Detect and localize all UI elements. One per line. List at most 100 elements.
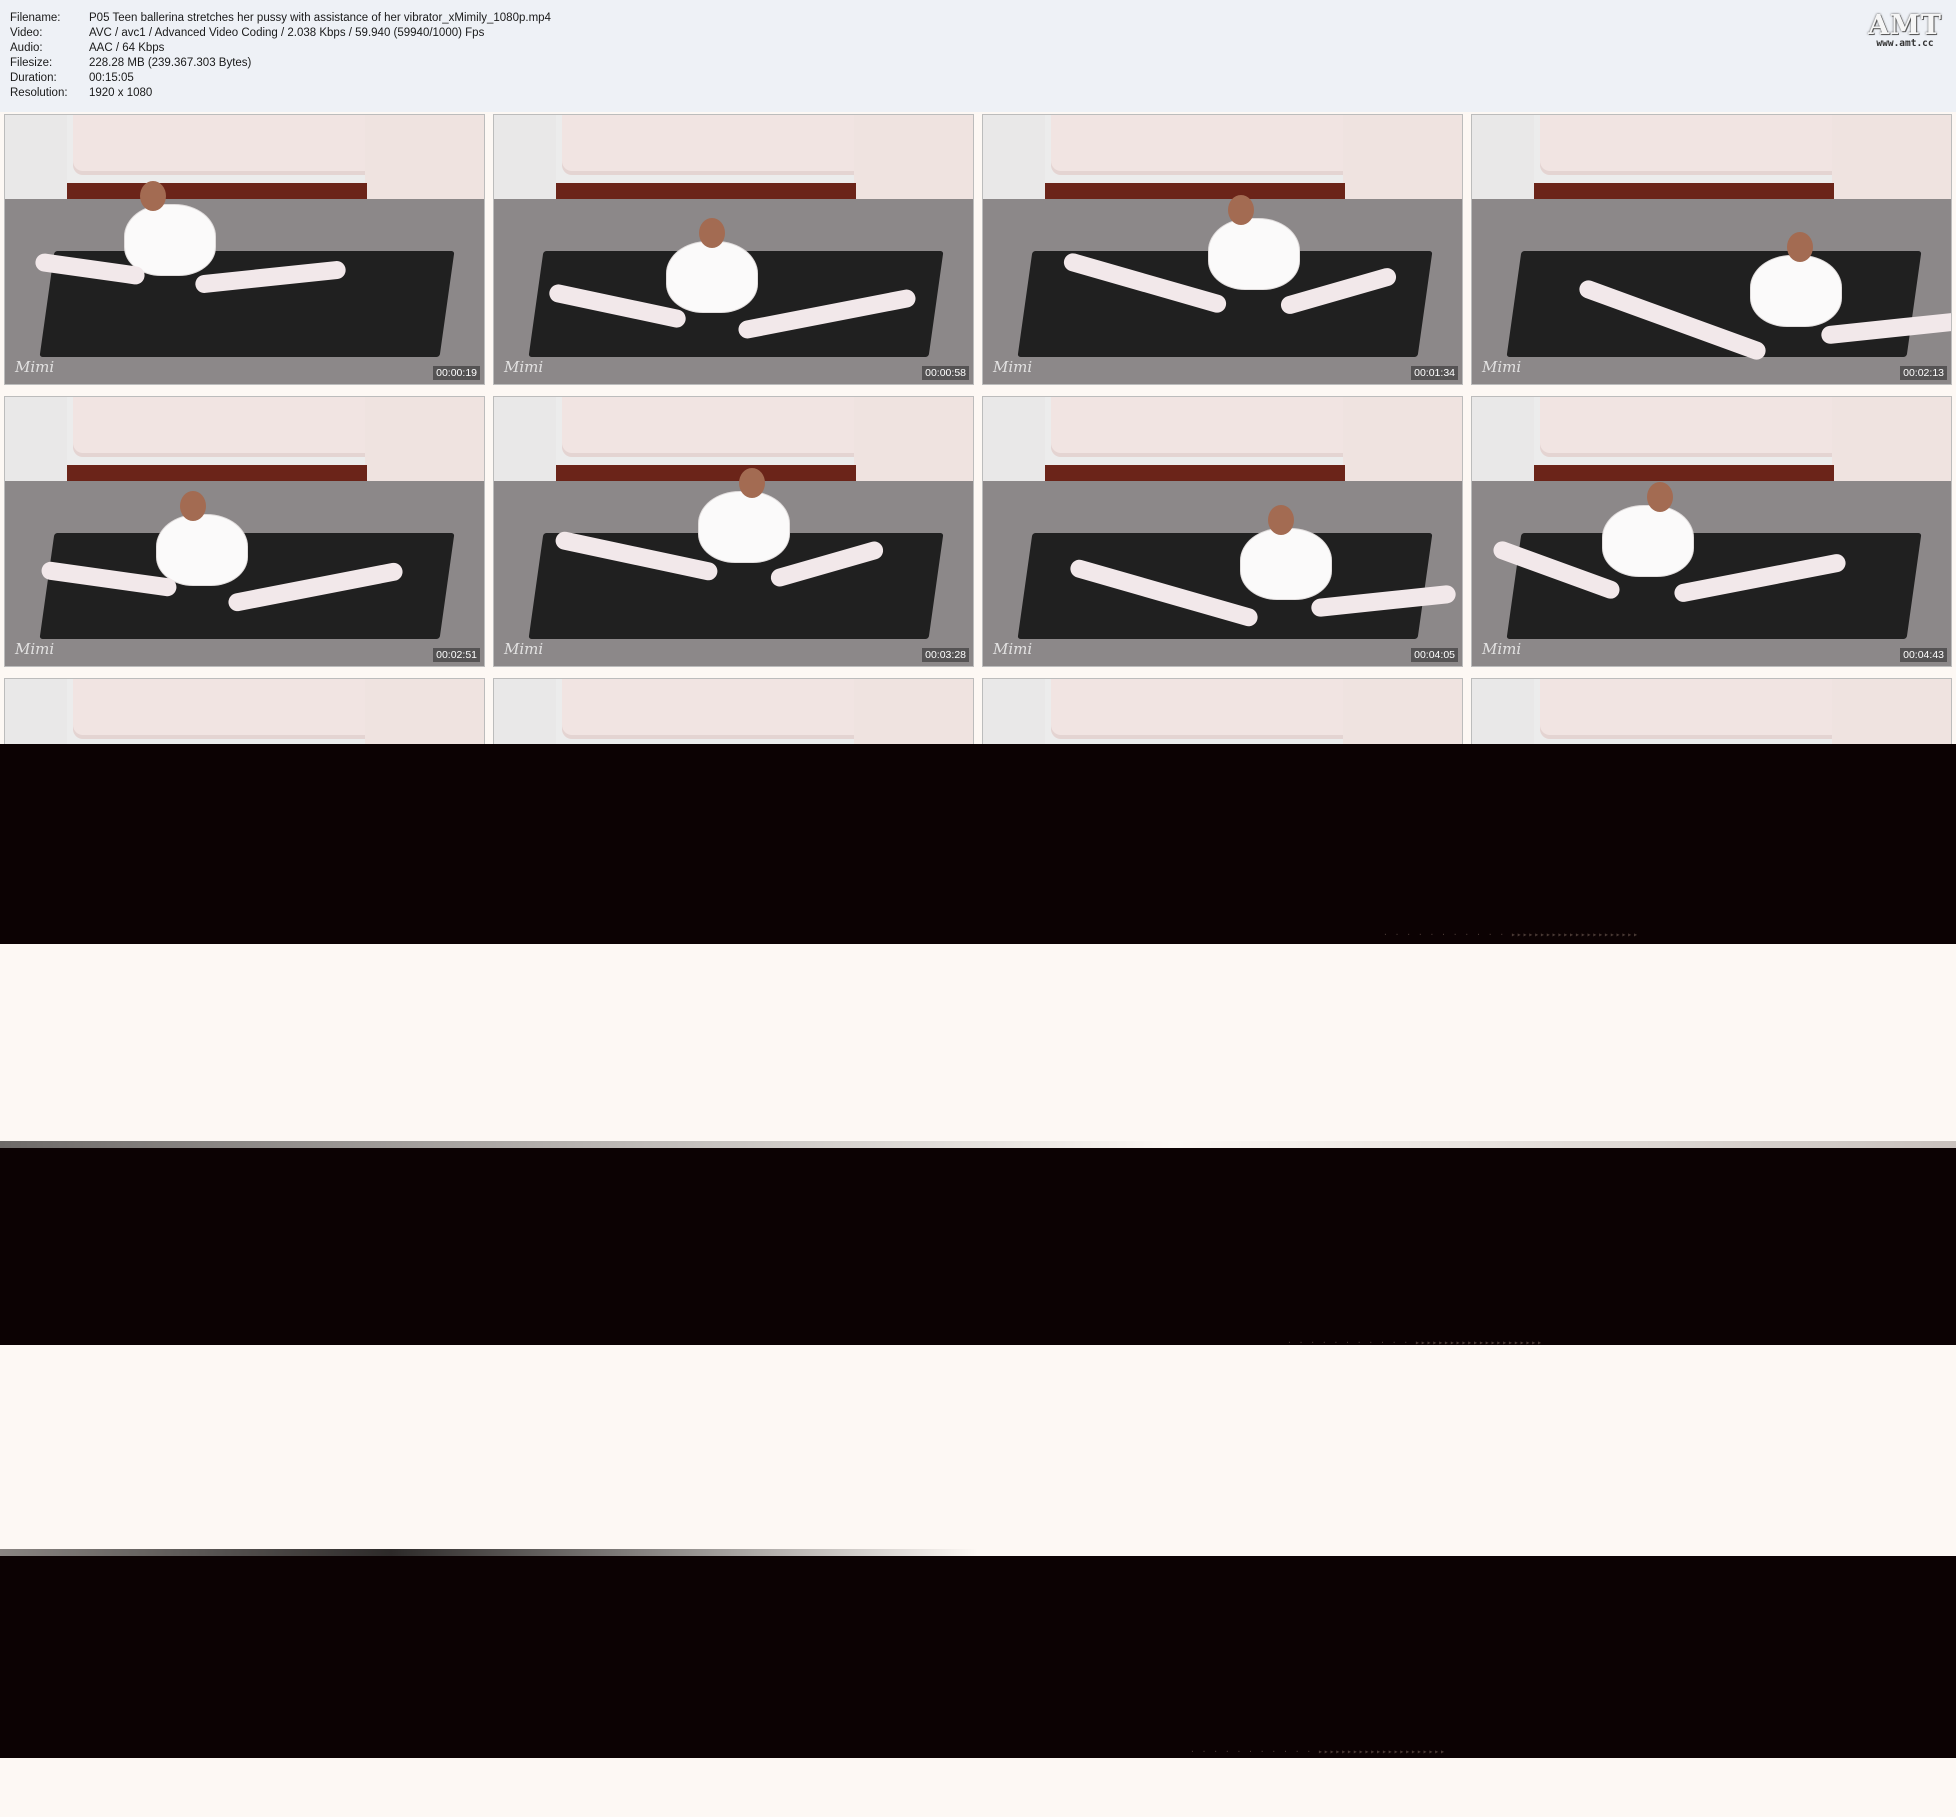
noise-strip: · · · · · · · · · · · ▸▸▸▸▸▸▸▸▸▸▸▸▸▸▸▸▸▸…: [1383, 930, 1639, 939]
scene-skirting: [556, 465, 856, 481]
timestamp-label: 00:00:58: [922, 366, 969, 380]
dancer-head: [1228, 195, 1254, 225]
watermark-signature: Mimi: [993, 358, 1033, 376]
dancer-head: [180, 491, 206, 521]
meta-row-filename: Filename: P05 Teen ballerina stretches h…: [10, 11, 551, 26]
dark-band: [0, 1556, 1956, 1758]
dark-band: [0, 1148, 1956, 1345]
timestamp-label: 00:04:05: [1411, 648, 1458, 662]
dancer-head: [140, 181, 166, 211]
thumbnail-scene: [1472, 397, 1951, 666]
meta-key: Audio:: [10, 42, 43, 54]
video-thumbnail[interactable]: Mimi 00:02:51: [4, 396, 485, 667]
scene-skirting: [1534, 465, 1834, 481]
watermark-signature: Mimi: [993, 640, 1033, 658]
light-band: [0, 944, 1956, 1144]
meta-row-resolution: Resolution: 1920 x 1080: [10, 86, 551, 101]
thumbnail-scene: [494, 679, 973, 744]
timestamp-label: 00:00:19: [433, 366, 480, 380]
scene-skirting: [1534, 183, 1834, 199]
scene-skirting: [1045, 465, 1345, 481]
meta-key: Filename:: [10, 12, 61, 24]
scene-mat: [1017, 533, 1433, 639]
light-band: [0, 1758, 1956, 1817]
thumbnail-scene: [494, 397, 973, 666]
dancer-figure: [125, 205, 215, 275]
watermark-signature: Mimi: [504, 640, 544, 658]
meta-value: AVC / avc1 / Advanced Video Coding / 2.0…: [89, 27, 485, 39]
video-thumbnail[interactable]: [493, 678, 974, 744]
noise-strip: · · · · · · · · · · · ▸▸▸▸▸▸▸▸▸▸▸▸▸▸▸▸▸▸…: [1287, 1338, 1543, 1347]
scene-sofa-arm2: [5, 679, 67, 744]
watermark-signature: Mimi: [504, 358, 544, 376]
meta-value: P05 Teen ballerina stretches her pussy w…: [89, 12, 551, 24]
meta-row-filesize: Filesize: 228.28 MB (239.367.303 Bytes): [10, 56, 551, 71]
timestamp-label: 00:02:51: [433, 648, 480, 662]
dancer-figure: [1603, 506, 1693, 576]
dancer-figure: [1209, 219, 1299, 289]
video-thumbnail[interactable]: Mimi 00:03:28: [493, 396, 974, 667]
timestamp-label: 00:02:13: [1900, 366, 1947, 380]
scene-sofa-arm2: [494, 679, 556, 744]
video-thumbnail[interactable]: Mimi 00:04:43: [1471, 396, 1952, 667]
watermark-signature: Mimi: [1482, 640, 1522, 658]
video-thumbnail[interactable]: [1471, 678, 1952, 744]
video-thumbnail[interactable]: Mimi 00:00:58: [493, 114, 974, 385]
video-thumbnail[interactable]: Mimi 00:04:05: [982, 396, 1463, 667]
dancer-head: [1647, 482, 1673, 512]
gradient-line: [0, 1141, 1956, 1148]
dark-band: [0, 744, 1956, 944]
dancer-figure: [699, 492, 789, 562]
video-thumbnail[interactable]: Mimi 00:01:34: [982, 114, 1463, 385]
file-metadata: Filename: P05 Teen ballerina stretches h…: [10, 11, 551, 101]
dancer-head: [1268, 505, 1294, 535]
thumbnail-grid: Mimi 00:00:19 Mimi 00:00:58 Mimi 00:01:34 Mimi…: [0, 112, 1956, 744]
meta-row-video: Video: AVC / avc1 / Advanced Video Codin…: [10, 26, 551, 41]
video-thumbnail[interactable]: [982, 678, 1463, 744]
thumbnail-scene: [983, 115, 1462, 384]
meta-value: 1920 x 1080: [89, 87, 153, 99]
scene-sofa-arm2: [983, 679, 1045, 744]
scene-sofa-arm: [1343, 679, 1462, 744]
thumbnail-scene: [5, 115, 484, 384]
scene-sofa-arm: [1832, 679, 1951, 744]
scene-skirting: [67, 465, 367, 481]
meta-key: Duration:: [10, 72, 57, 84]
timestamp-label: 00:03:28: [922, 648, 969, 662]
scene-skirting: [67, 183, 367, 199]
video-thumbnail[interactable]: Mimi 00:00:19: [4, 114, 485, 385]
watermark-signature: Mimi: [15, 358, 55, 376]
thumbnail-scene: [983, 397, 1462, 666]
meta-row-duration: Duration: 00:15:05: [10, 71, 551, 86]
thumbnail-scene: [5, 679, 484, 744]
timestamp-label: 00:04:43: [1900, 648, 1947, 662]
gradient-line: [0, 1549, 1956, 1556]
meta-key: Filesize:: [10, 57, 53, 69]
thumbnail-scene: [5, 397, 484, 666]
timestamp-label: 00:01:34: [1411, 366, 1458, 380]
dancer-head: [739, 468, 765, 498]
video-thumbnail[interactable]: Mimi 00:02:13: [1471, 114, 1952, 385]
dancer-figure: [1241, 529, 1331, 599]
dancer-figure: [157, 515, 247, 585]
dancer-head: [699, 218, 725, 248]
meta-key: Video:: [10, 27, 43, 39]
video-thumbnail[interactable]: [4, 678, 485, 744]
meta-row-audio: Audio: AAC / 64 Kbps: [10, 41, 551, 56]
scene-skirting: [556, 183, 856, 199]
logo-url: www.amt.cc: [1876, 38, 1934, 49]
light-band: [0, 1352, 1956, 1551]
meta-value: 00:15:05: [89, 72, 134, 84]
scene-sofa-arm2: [1472, 679, 1534, 744]
scene-sofa-arm: [365, 679, 484, 744]
thumbnail-scene: [1472, 115, 1951, 384]
logo-mark: AMT: [1868, 10, 1942, 41]
thumbnail-scene: [1472, 679, 1951, 744]
dancer-figure: [667, 242, 757, 312]
thumbnail-scene: [494, 115, 973, 384]
dancer-figure: [1751, 256, 1841, 326]
watermark-signature: Mimi: [15, 640, 55, 658]
watermark-signature: Mimi: [1482, 358, 1522, 376]
noise-strip: · · · · · · · · · · · ▸▸▸▸▸▸▸▸▸▸▸▸▸▸▸▸▸▸…: [1190, 1747, 1446, 1756]
amt-logo: AMT www.amt.cc: [1868, 10, 1942, 49]
